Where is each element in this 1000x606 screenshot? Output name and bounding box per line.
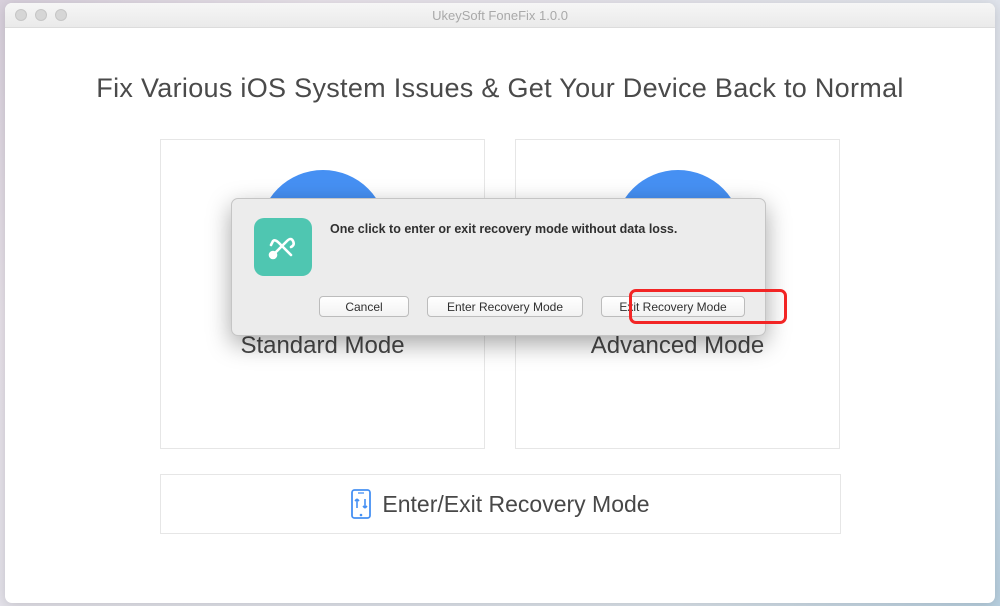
phone-arrows-icon: [350, 488, 372, 520]
exit-recovery-button[interactable]: Exit Recovery Mode: [601, 296, 745, 317]
enter-recovery-button[interactable]: Enter Recovery Mode: [427, 296, 583, 317]
advanced-mode-label: Advanced Mode: [591, 332, 764, 360]
minimize-window-button[interactable]: [35, 9, 47, 21]
close-window-button[interactable]: [15, 9, 27, 21]
dialog-message: One click to enter or exit recovery mode…: [330, 218, 677, 236]
maximize-window-button[interactable]: [55, 9, 67, 21]
recovery-mode-button[interactable]: Enter/Exit Recovery Mode: [160, 474, 841, 534]
window-title: UkeySoft FoneFix 1.0.0: [5, 8, 995, 23]
titlebar: UkeySoft FoneFix 1.0.0: [5, 3, 995, 28]
dialog-buttons: Cancel Enter Recovery Mode Exit Recovery…: [254, 296, 745, 317]
tools-icon: [254, 218, 312, 276]
dialog-body: One click to enter or exit recovery mode…: [254, 218, 745, 276]
page-heading: Fix Various iOS System Issues & Get Your…: [85, 73, 915, 104]
recovery-mode-label: Enter/Exit Recovery Mode: [382, 491, 649, 518]
recovery-dialog: One click to enter or exit recovery mode…: [231, 198, 766, 336]
standard-mode-label: Standard Mode: [240, 332, 404, 360]
cancel-button[interactable]: Cancel: [319, 296, 409, 317]
traffic-lights: [15, 9, 67, 21]
